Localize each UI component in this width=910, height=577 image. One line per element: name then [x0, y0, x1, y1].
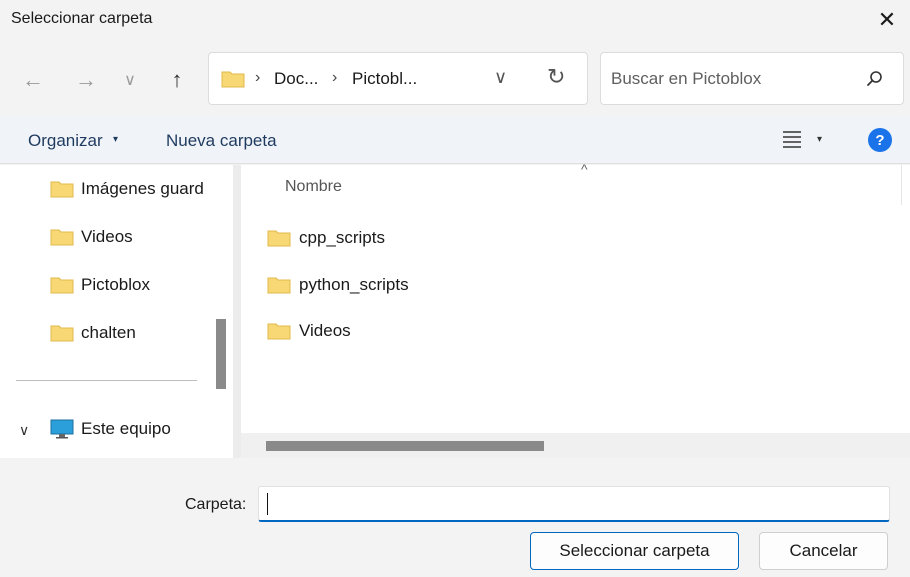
sidebar-item-pictoblox[interactable]: Pictoblox: [50, 271, 150, 299]
command-bar: Organizar ▾ Nueva carpeta ▾ ?: [0, 116, 910, 164]
pane-splitter[interactable]: [233, 165, 241, 458]
search-input[interactable]: [611, 67, 851, 91]
sidebar-item-label: chalten: [81, 323, 136, 342]
breadcrumb-pictoblox[interactable]: Pictobl...: [352, 69, 417, 89]
folder-icon: [50, 181, 74, 198]
refresh-icon[interactable]: ↻: [547, 64, 565, 90]
sidebar-item-this-pc[interactable]: Este equipo: [50, 415, 171, 443]
folder-icon: [50, 229, 74, 246]
window-title: Seleccionar carpeta: [11, 10, 153, 27]
view-options-icon[interactable]: [782, 129, 802, 149]
close-button[interactable]: ✕: [864, 0, 910, 40]
column-header-name[interactable]: Nombre: [285, 178, 342, 196]
select-folder-button[interactable]: Seleccionar carpeta: [530, 532, 739, 570]
cancel-button[interactable]: Cancelar: [759, 532, 888, 570]
folder-icon: [267, 230, 291, 247]
sidebar-item-label: Pictoblox: [81, 275, 150, 294]
sidebar-item-chalten[interactable]: chalten: [50, 319, 136, 347]
address-bar[interactable]: › Doc... › Pictobl... ∨ ↻: [208, 52, 588, 105]
organize-button[interactable]: Organizar: [28, 131, 103, 151]
sidebar-item-imagenes[interactable]: Imágenes guard: [50, 175, 204, 203]
search-box[interactable]: [600, 52, 904, 105]
chevron-down-icon[interactable]: ∨: [19, 422, 29, 439]
breadcrumb-documents[interactable]: Doc...: [274, 69, 318, 89]
navigation-pane: Imágenes guard Videos Pictoblox chalten …: [0, 165, 233, 458]
recent-locations-button[interactable]: ∨: [114, 64, 146, 96]
text-cursor: [267, 493, 268, 515]
navigation-bar: ← → ∨ ↑ › Doc... › Pictobl... ∨ ↻: [0, 40, 910, 116]
sidebar-scrollbar[interactable]: [209, 165, 233, 458]
title-bar: Seleccionar carpeta ✕: [0, 0, 910, 40]
footer-panel: Carpeta: Seleccionar carpeta Cancelar: [0, 458, 910, 577]
file-name: Videos: [299, 321, 351, 340]
folder-field[interactable]: [258, 486, 890, 522]
arrow-up-icon: ↑: [171, 67, 183, 92]
folder-icon: [267, 277, 291, 294]
sidebar-item-label: Este equipo: [81, 419, 171, 438]
column-divider[interactable]: [901, 165, 902, 205]
list-item[interactable]: Videos: [267, 316, 351, 346]
caret-down-icon[interactable]: ▾: [113, 134, 118, 145]
sidebar-scrollbar-thumb[interactable]: [216, 319, 226, 389]
breadcrumb-separator: ›: [255, 69, 261, 86]
new-folder-button[interactable]: Nueva carpeta: [166, 131, 277, 151]
up-button[interactable]: ↑: [161, 64, 193, 96]
list-item[interactable]: python_scripts: [267, 270, 409, 300]
folder-icon: [50, 277, 74, 294]
help-icon[interactable]: ?: [868, 128, 892, 152]
folder-icon: [267, 323, 291, 340]
breadcrumb-separator: ›: [332, 69, 338, 86]
arrow-right-icon: →: [75, 67, 97, 92]
arrow-left-icon: ←: [22, 67, 44, 92]
file-name: python_scripts: [299, 275, 409, 294]
close-icon: ✕: [877, 7, 897, 32]
back-button[interactable]: ←: [17, 64, 49, 96]
sidebar-item-label: Videos: [81, 227, 133, 246]
file-list: ^ Nombre cpp_scripts python_scripts Vide…: [241, 161, 910, 458]
horizontal-scrollbar-thumb[interactable]: [266, 441, 544, 451]
sidebar-item-label: Imágenes guard: [81, 179, 204, 198]
caret-down-icon[interactable]: ▾: [817, 134, 822, 145]
sort-ascending-icon: ^: [581, 161, 588, 177]
sidebar-divider: [16, 380, 197, 381]
folder-field-label: Carpeta:: [185, 496, 247, 513]
sidebar-item-videos[interactable]: Videos: [50, 223, 133, 251]
forward-button[interactable]: →: [70, 64, 102, 96]
chevron-down-icon: ∨: [124, 72, 136, 89]
search-icon[interactable]: [863, 67, 887, 91]
chevron-down-icon[interactable]: ∨: [494, 67, 507, 88]
folder-icon: [221, 71, 245, 88]
folder-icon: [50, 325, 74, 342]
list-item[interactable]: cpp_scripts: [267, 223, 385, 253]
monitor-icon: [50, 419, 74, 439]
file-name: cpp_scripts: [299, 228, 385, 247]
